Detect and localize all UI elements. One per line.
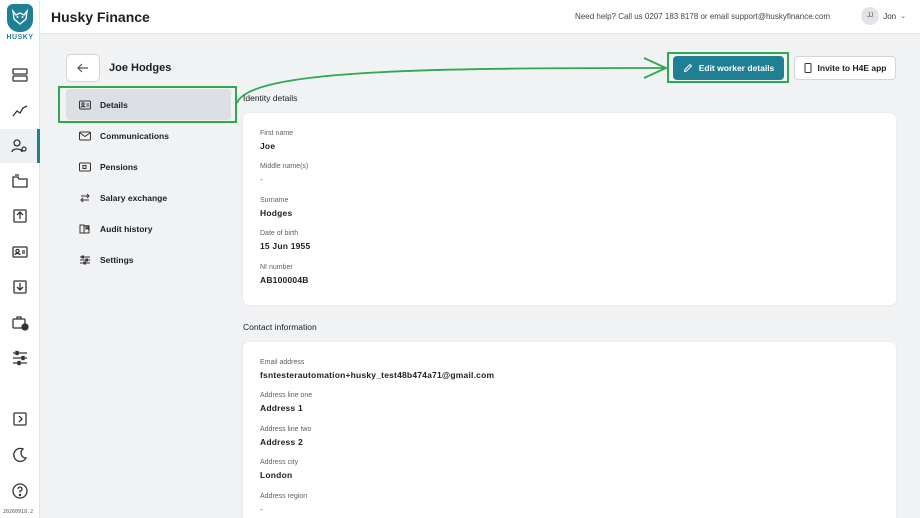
field-date-of-birth: Date of birth 15 Jun 1955	[260, 229, 879, 262]
field-label: Email address	[260, 359, 305, 366]
identity-section-title: Identity details	[243, 93, 298, 103]
field-value: Hodges	[260, 207, 293, 218]
field-label: NI number	[260, 263, 293, 271]
field-value: Address 1	[260, 403, 303, 414]
identity-card: First name Joe Middle name(s) - Surname …	[243, 113, 896, 305]
field-value: Address 2	[260, 436, 303, 447]
field-value: fsntesterautomation+husky_test48b474a71@…	[260, 370, 495, 380]
field-email: Email address fsntesterautomation+husky_…	[260, 358, 879, 391]
field-value: London	[260, 470, 293, 481]
field-value: -	[260, 503, 264, 514]
field-label: Address line two	[260, 425, 312, 433]
field-label: Address region	[260, 492, 308, 500]
field-surname: Surname Hodges	[260, 196, 879, 229]
contact-card: Email address fsntesterautomation+husky_…	[243, 342, 896, 518]
field-address-city: Address city London	[260, 458, 879, 491]
field-first-name: First name Joe	[260, 129, 879, 162]
field-label: Address city	[260, 459, 299, 467]
field-label: Address line one	[260, 392, 313, 400]
field-label: Date of birth	[260, 230, 299, 238]
field-value: -	[260, 174, 264, 185]
contact-section-title: Contact information	[243, 322, 317, 332]
field-value: 15 Jun 1955	[260, 241, 311, 252]
field-address-line-two: Address line two Address 2	[260, 425, 879, 458]
field-value: AB100004B	[260, 274, 309, 285]
field-label: First name	[260, 130, 294, 137]
field-value: Joe	[260, 141, 276, 151]
field-ni-number: NI number AB100004B	[260, 263, 879, 296]
field-address-region: Address region -	[260, 492, 879, 518]
field-label: Surname	[260, 196, 289, 204]
field-address-line-one: Address line one Address 1	[260, 391, 879, 424]
field-label: Middle name(s)	[260, 163, 309, 171]
field-middle-names: Middle name(s) -	[260, 162, 879, 195]
